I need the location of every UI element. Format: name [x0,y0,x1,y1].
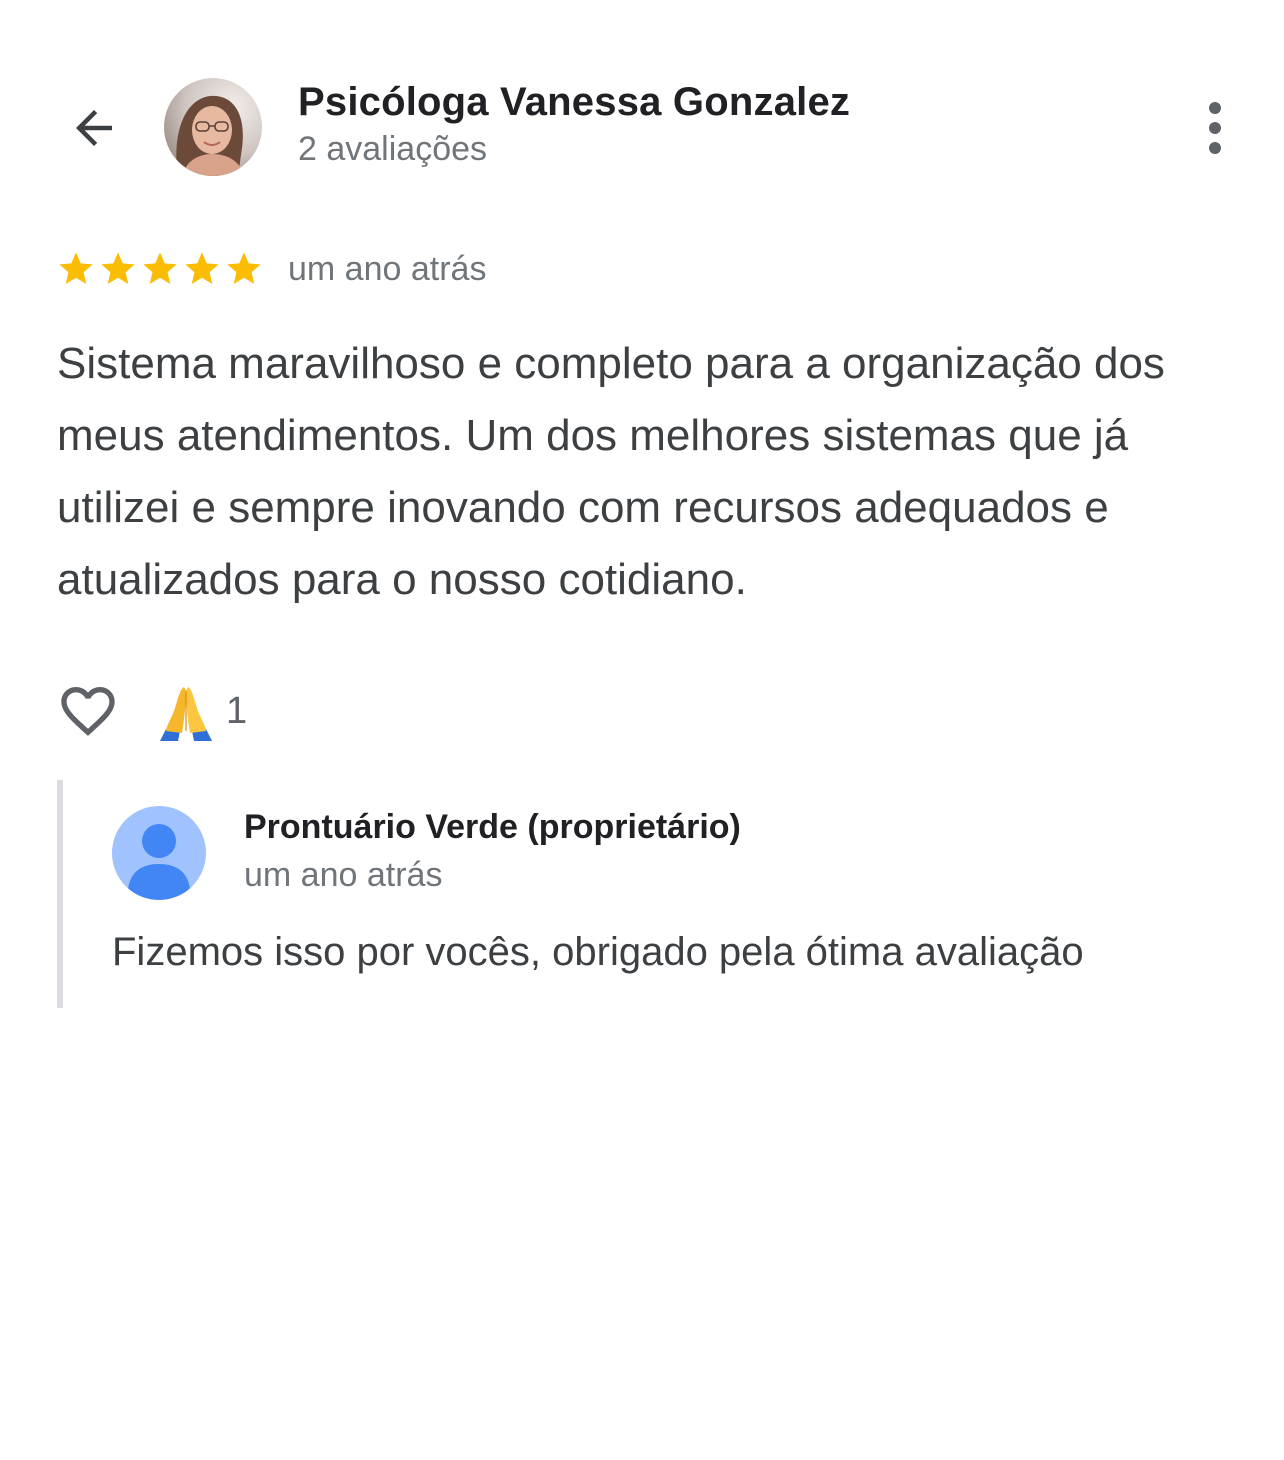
reply-divider [57,780,63,1008]
star-icon [185,252,219,284]
owner-avatar[interactable] [112,806,206,900]
star-rating [56,249,264,289]
star-icon [227,252,261,284]
star-icon [143,252,177,284]
review-detail-page: Psicóloga Vanessa Gonzalez 2 avaliações … [0,0,1284,1460]
star-icon [101,252,135,284]
review-text: Sistema maravilhoso e completo para a or… [57,339,1165,604]
author-name[interactable]: Psicóloga Vanessa Gonzalez [298,80,850,125]
rating-row: um ano atrás [56,244,486,294]
more-options-button[interactable] [1190,96,1240,160]
owner-reply-date: um ano atrás [244,856,443,894]
reactions-row: 1 [56,676,247,746]
heart-outline-icon [61,687,115,736]
author-avatar[interactable] [164,78,262,176]
review-date: um ano atrás [288,249,487,288]
reaction-count: 1 [226,689,248,732]
default-profile-icon [112,806,206,900]
like-button[interactable] [56,679,120,743]
arrow-back-icon [76,110,112,146]
star-icon [59,252,93,284]
back-button[interactable] [54,88,134,168]
owner-name[interactable]: Prontuário Verde (proprietário) [244,808,741,847]
folded-hands-emoji [160,687,212,741]
more-vert-icon [1209,102,1221,154]
reaction-chip[interactable]: 1 [156,681,247,741]
owner-reply-text: Fizemos isso por vocês, obrigado pela ót… [112,930,1084,974]
author-photo [164,78,262,176]
author-review-count: 2 avaliações [298,130,488,168]
